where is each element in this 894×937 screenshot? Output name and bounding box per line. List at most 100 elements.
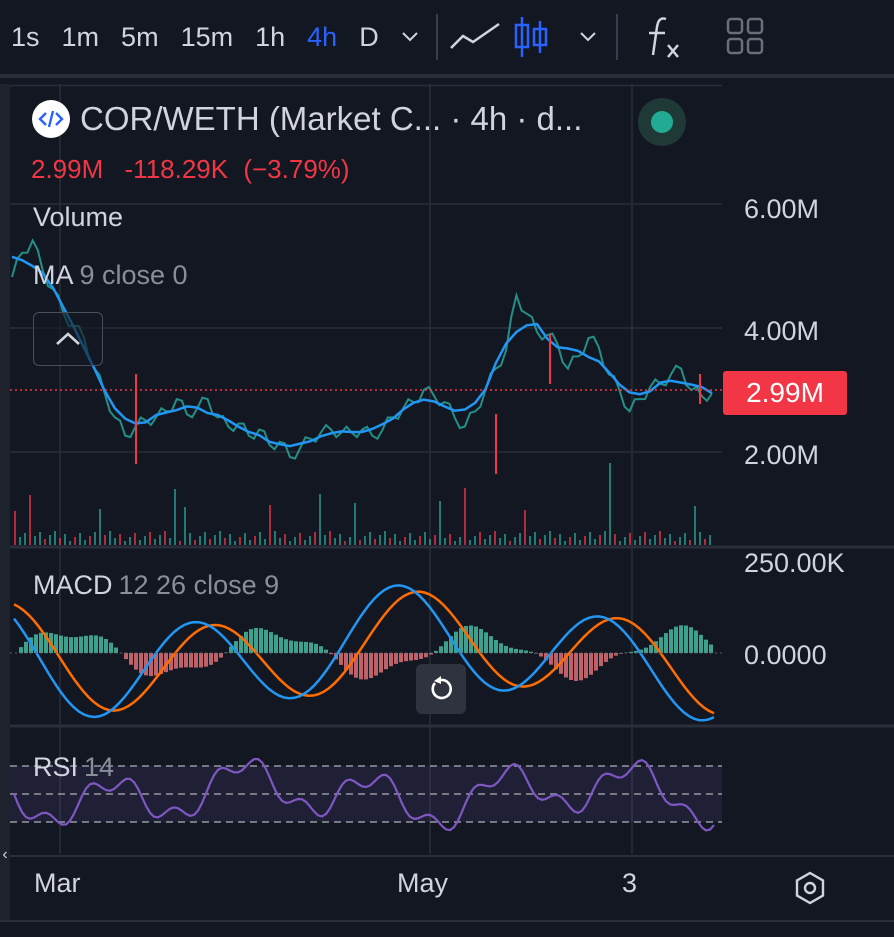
macd-histogram-bar <box>414 653 418 660</box>
macd-histogram-bar <box>589 653 593 675</box>
price-tick-2m: 2.00M <box>744 440 819 471</box>
timeframe-15m[interactable]: 15m <box>170 0 245 74</box>
market-status-indicator[interactable] <box>638 98 686 146</box>
volume-bar <box>69 541 71 545</box>
macd-histogram-bar <box>214 653 218 662</box>
macd-tick-zero: 0.0000 <box>744 640 827 671</box>
macd-histogram-bar <box>99 637 103 653</box>
ma-legend[interactable]: MA9 close 0 <box>33 260 188 291</box>
volume-bar <box>184 507 186 545</box>
indicators-fx-icon[interactable] <box>624 0 704 74</box>
volume-bar <box>219 531 221 545</box>
volume-bar <box>599 535 601 545</box>
volume-bar <box>644 532 646 545</box>
chart-pane[interactable]: COR/WETH (Market C... · 4h · d... 2.99M … <box>10 84 894 920</box>
volume-bar <box>329 531 331 545</box>
macd-histogram-bar <box>699 635 703 653</box>
macd-histogram-bar <box>384 653 388 669</box>
collapse-legend-button[interactable] <box>33 312 103 366</box>
volume-bar <box>469 540 471 545</box>
macd-histogram-bar <box>19 647 23 653</box>
rsi-legend[interactable]: RSI14 <box>33 752 114 783</box>
volume-bar <box>709 535 711 545</box>
volume-bar <box>94 532 96 545</box>
macd-histogram-bar <box>109 643 113 653</box>
volume-bar <box>464 488 466 545</box>
volume-bar <box>134 533 136 545</box>
volume-bar <box>249 540 251 545</box>
volume-bar <box>54 531 56 545</box>
macd-histogram-bar <box>684 625 688 653</box>
macd-histogram-bar <box>514 649 518 653</box>
macd-histogram-bar <box>604 653 608 662</box>
timeframe-group: 1s 1m 5m 15m 1h 4h D <box>0 0 390 74</box>
symbol-legend[interactable]: COR/WETH (Market C... · 4h · d... <box>32 100 582 138</box>
volume-bar <box>689 540 691 545</box>
volume-bar <box>209 539 211 545</box>
volume-bar <box>44 539 46 545</box>
chart-type-dropdown-icon[interactable] <box>566 0 610 74</box>
volume-bar <box>509 541 511 545</box>
volume-bar <box>334 538 336 545</box>
volume-bar <box>649 539 651 545</box>
volume-bar <box>544 535 546 545</box>
volume-bar <box>169 538 171 545</box>
macd-legend[interactable]: MACD12 26 close 9 <box>33 570 279 601</box>
code-logo-icon <box>32 100 70 138</box>
volume-bar <box>474 536 476 545</box>
volume-bar <box>624 537 626 545</box>
macd-histogram-bar <box>364 653 368 679</box>
volume-bar <box>309 536 311 545</box>
reset-chart-button[interactable] <box>416 664 466 714</box>
timeframe-dropdown-icon[interactable] <box>390 0 430 74</box>
volume-bar <box>359 540 361 545</box>
volume-bar <box>454 541 456 545</box>
macd-histogram-bar <box>494 640 498 653</box>
volume-bar <box>424 532 426 545</box>
macd-tick-250k: 250.00K <box>744 548 845 579</box>
macd-histogram-bar <box>294 641 298 653</box>
timeframe-1h[interactable]: 1h <box>244 0 296 74</box>
timeframe-d[interactable]: D <box>348 0 390 74</box>
timeframe-1m[interactable]: 1m <box>51 0 111 74</box>
volume-bar <box>439 501 441 545</box>
volume-bar <box>524 510 526 545</box>
macd-label: MACD <box>33 570 113 600</box>
collapse-left-icon[interactable]: ‹ <box>0 830 10 880</box>
volume-bar <box>674 541 676 545</box>
volume-bar <box>104 535 106 545</box>
macd-histogram-bar <box>114 648 118 653</box>
volume-bar <box>284 534 286 545</box>
volume-bar <box>369 532 371 545</box>
volume-bar <box>419 536 421 545</box>
volume-bar <box>669 534 671 545</box>
volume-bar <box>574 533 576 545</box>
macd-histogram-bar <box>709 645 713 653</box>
macd-histogram-bar <box>64 637 68 653</box>
macd-histogram-bar <box>594 653 598 671</box>
volume-bar <box>89 536 91 545</box>
volume-bar <box>389 538 391 545</box>
macd-histogram-bar <box>259 628 263 653</box>
layout-grid-icon[interactable] <box>716 0 776 74</box>
macd-histogram-bar <box>484 632 488 653</box>
candlestick-icon[interactable] <box>506 0 556 74</box>
timeframe-4h[interactable]: 4h <box>296 0 348 74</box>
volume-bar <box>294 537 296 545</box>
volume-bar <box>569 537 571 545</box>
timeframe-5m[interactable]: 5m <box>110 0 170 74</box>
volume-bar <box>354 503 356 545</box>
macd-histogram-bar <box>489 636 493 653</box>
macd-histogram-bar <box>574 653 578 681</box>
line-chart-icon[interactable] <box>444 0 506 74</box>
volume-bar <box>229 534 231 545</box>
bottom-bar <box>0 920 894 937</box>
macd-histogram-bar <box>419 653 423 659</box>
macd-histogram-bar <box>199 653 203 667</box>
macd-histogram-bar <box>284 639 288 653</box>
volume-legend[interactable]: Volume <box>33 202 123 233</box>
volume-bar <box>704 539 706 545</box>
chart-settings-icon[interactable] <box>790 868 830 908</box>
timeframe-1s[interactable]: 1s <box>0 0 51 74</box>
macd-histogram-bar <box>264 630 268 653</box>
